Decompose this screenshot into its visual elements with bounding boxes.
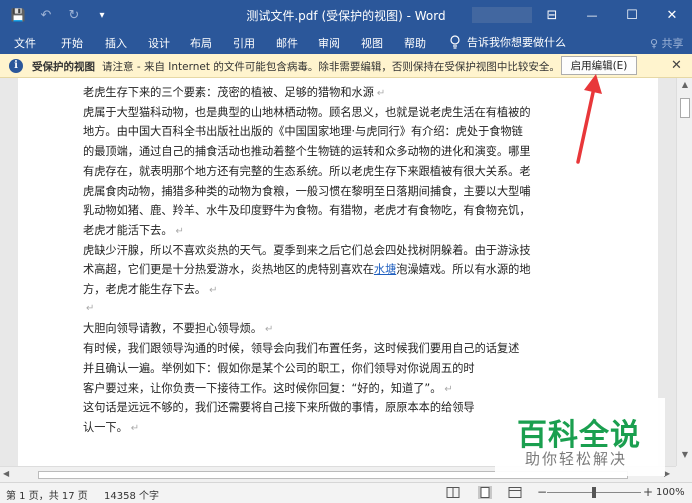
vertical-scrollbar[interactable]: ▲ ▼ — [676, 78, 692, 466]
zoom-in-button[interactable]: + — [643, 485, 653, 499]
window-controls: ⊟ — ☐ ✕ — [532, 0, 692, 30]
lightbulb-icon — [450, 35, 460, 49]
line-text: 并且确认一遍。举例如下：假如你是某个公司的职工，你们领导对你说周五的时 — [83, 361, 475, 375]
line-text: 虎属食肉动物，捕猎多种类的动物为食粮，一般习惯在黎明至日落期间捕食，主要以大型哺 — [83, 184, 531, 198]
document-line: 客户要过来，让你负责一下接待工作。这时候你回复：“好的，知道了”。 ↵ — [83, 380, 453, 396]
watermark: 百科全说 助你轻松解决 — [495, 398, 665, 476]
document-line: 有时候，我们跟领导沟通的时候，领导会向我们布置任务，这时候我们要用自己的话复述 — [83, 340, 519, 356]
tell-me-label: 告诉我你想要做什么 — [467, 36, 566, 49]
tab-review[interactable]: 审阅 — [318, 35, 340, 51]
vertical-scroll-thumb[interactable] — [680, 98, 690, 118]
maximize-button[interactable]: ☐ — [612, 0, 652, 30]
line-text: 大胆向领导请教，不要担心领导烦。 — [83, 322, 263, 336]
line-text: 泡澡嬉戏。所以有水源的地 — [396, 263, 531, 277]
line-text: 乳动物如猪、鹿、羚羊、水牛及印度野牛为食物。有猎物，老虎才有食物吃，有食物充饥， — [83, 204, 531, 218]
tab-design[interactable]: 设计 — [148, 35, 170, 51]
line-text: 认一下。 — [83, 420, 128, 434]
document-line: 方，老虎才能生存下去。 ↵ — [83, 281, 217, 297]
document-line: ↵ — [83, 301, 94, 314]
save-icon[interactable]: 💾 — [8, 5, 28, 25]
title-bar: 💾 ↶ ↻ ▾ 测试文件.pdf (受保护的视图) - Word ⊟ — ☐ ✕ — [0, 0, 692, 30]
scroll-up-icon[interactable]: ▲ — [677, 80, 692, 92]
quick-access-toolbar: 💾 ↶ ↻ ▾ — [8, 5, 112, 25]
zoom-out-button[interactable]: − — [537, 485, 547, 499]
paragraph-mark-icon: ↵ — [175, 225, 184, 237]
tab-references[interactable]: 引用 — [233, 35, 255, 51]
document-line: 有虎存在，就表明那个地方还有完整的生态系统。所以老虎生存下来跟植被有很大关系。老 — [83, 163, 531, 179]
line-text: 有时候，我们跟领导沟通的时候，领导会向我们布置任务，这时候我们要用自己的话复述 — [83, 342, 520, 356]
tab-mailings[interactable]: 邮件 — [276, 35, 298, 51]
read-mode-icon[interactable] — [446, 486, 460, 499]
paragraph-mark-icon: ↵ — [376, 88, 386, 99]
document-line: 术高超，它们更是十分热爱游水，炎热地区的虎特别喜欢在水塘泡澡嬉戏。所以有水源的地 — [83, 261, 531, 277]
document-line: 虎属食肉动物，捕猎多种类的动物为食粮，一般习惯在黎明至日落期间捕食，主要以大型哺 — [83, 183, 531, 199]
enable-editing-button[interactable]: 启用编辑(E) — [561, 56, 637, 75]
share-button[interactable]: ♀ 共享 — [650, 35, 684, 51]
line-text: 客户要过来，让你负责一下接待工作。这时候你回复：“好的，知道了”。 — [83, 381, 442, 395]
document-line: 乳动物如猪、鹿、羚羊、水牛及印度野牛为食物。有猎物，老虎才有食物吃，有食物充饥， — [83, 202, 531, 218]
tab-insert[interactable]: 插入 — [105, 35, 127, 51]
print-layout-icon[interactable] — [478, 486, 492, 499]
paragraph-mark-icon: ↵ — [209, 285, 218, 296]
document-line: 虎属于大型猫科动物，也是典型的山地林栖动物。顾名思义，也就是说老虎生活在有植被的 — [83, 104, 531, 120]
paragraph-mark-icon: ↵ — [86, 302, 95, 314]
redo-icon[interactable]: ↻ — [64, 5, 84, 25]
scroll-left-icon[interactable]: ◀ — [3, 469, 9, 478]
line-text: 有虎存在，就表明那个地方还有完整的生态系统。所以老虎生存下来跟植被有很大关系。老 — [83, 164, 531, 178]
line-text: 的最顶端，通过自己的捕食活动也推动着整个生物链的运转和众多动物的进化和演变。哪里 — [83, 145, 531, 159]
tab-help[interactable]: 帮助 — [404, 35, 426, 51]
document-line: 这句话是远远不够的，我们还需要将自己接下来所做的事情，原原本本的给领导 — [83, 399, 475, 415]
tab-layout[interactable]: 布局 — [190, 35, 212, 51]
tab-file[interactable]: 文件 — [14, 35, 36, 51]
document-line: 的最顶端，通过自己的捕食活动也推动着整个生物链的运转和众多动物的进化和演变。哪里 — [83, 143, 531, 159]
close-button[interactable]: ✕ — [652, 0, 692, 30]
customize-qat-icon[interactable]: ▾ — [92, 5, 112, 25]
line-text: 这句话是远远不够的，我们还需要将自己接下来所做的事情，原原本本的给领导 — [83, 401, 475, 415]
document-line: 并且确认一遍。举例如下：假如你是某个公司的职工，你们领导对你说周五的时 — [83, 360, 475, 376]
info-icon: i — [9, 59, 23, 73]
line-text: 地方。由中国大百科全书出版社出版的《中国国家地理·与虎同行》有介绍：虎处于食物链 — [83, 125, 523, 139]
line-text: 老虎才能活下去。 — [83, 223, 173, 237]
document-line: 地方。由中国大百科全书出版社出版的《中国国家地理·与虎同行》有介绍：虎处于食物链 — [83, 123, 523, 139]
tell-me-search[interactable]: 告诉我你想要做什么 — [449, 34, 566, 50]
document-line: 认一下。 ↵ — [83, 419, 139, 435]
protected-bar-close-icon[interactable]: ✕ — [671, 58, 682, 73]
zoom-slider-thumb[interactable] — [592, 487, 596, 498]
word-count[interactable]: 14358 个字 — [104, 487, 159, 502]
ribbon-tabs: 文件 开始 插入 设计 布局 引用 邮件 审阅 视图 帮助 告诉我你想要做什么 … — [0, 30, 692, 54]
web-layout-icon[interactable] — [508, 486, 522, 499]
account-area[interactable] — [472, 7, 532, 23]
protected-view-message: 请注意 - 来自 Internet 的文件可能包含病毒。除非需要编辑，否则保持在… — [102, 61, 560, 73]
hyperlink[interactable]: 水塘 — [374, 263, 396, 276]
undo-icon[interactable]: ↶ — [36, 5, 56, 25]
minimize-button[interactable]: — — [572, 0, 612, 30]
line-text: 老虎生存下来的三个要素：茂密的植被、足够的猎物和水源 — [83, 86, 374, 99]
line-text: 术高超，它们更是十分热爱游水，炎热地区的虎特别喜欢在 — [83, 263, 374, 277]
paragraph-mark-icon: ↵ — [444, 383, 453, 395]
protected-view-title: 受保护的视图 — [32, 61, 95, 73]
ribbon-display-options-icon[interactable]: ⊟ — [532, 0, 572, 30]
watermark-slogan: 助你轻松解决 — [525, 450, 628, 468]
paragraph-mark-icon: ↵ — [265, 324, 274, 336]
zoom-level[interactable]: 100% — [656, 487, 685, 498]
document-line: 老虎才能活下去。 ↵ — [83, 222, 184, 238]
paragraph-mark-icon: ↵ — [130, 422, 140, 434]
document-line: 虎缺少汗腺，所以不喜欢炎热的天气。夏季到来之后它们总会四处找树阴躲着。由于游泳技 — [83, 242, 531, 258]
page-count[interactable]: 第 1 页，共 17 页 — [6, 487, 88, 502]
document-line: 大胆向领导请教，不要担心领导烦。 ↵ — [83, 320, 273, 336]
status-bar: 第 1 页，共 17 页 14358 个字 − + 100% — [0, 482, 692, 503]
line-text: 虎属于大型猫科动物，也是典型的山地林栖动物。顾名思义，也就是说老虎生活在有植被的 — [83, 105, 531, 119]
tab-home[interactable]: 开始 — [61, 35, 83, 51]
annotation-arrow-icon — [576, 74, 602, 164]
tab-view[interactable]: 视图 — [361, 35, 383, 51]
line-text: 虎缺少汗腺，所以不喜欢炎热的天气。夏季到来之后它们总会四处找树阴躲着。由于游泳技 — [83, 243, 531, 257]
line-text: 方，老虎才能生存下去。 — [83, 283, 207, 296]
scroll-down-icon[interactable]: ▼ — [677, 450, 692, 462]
document-line: 老虎生存下来的三个要素：茂密的植被、足够的猎物和水源 ↵ — [83, 84, 385, 100]
